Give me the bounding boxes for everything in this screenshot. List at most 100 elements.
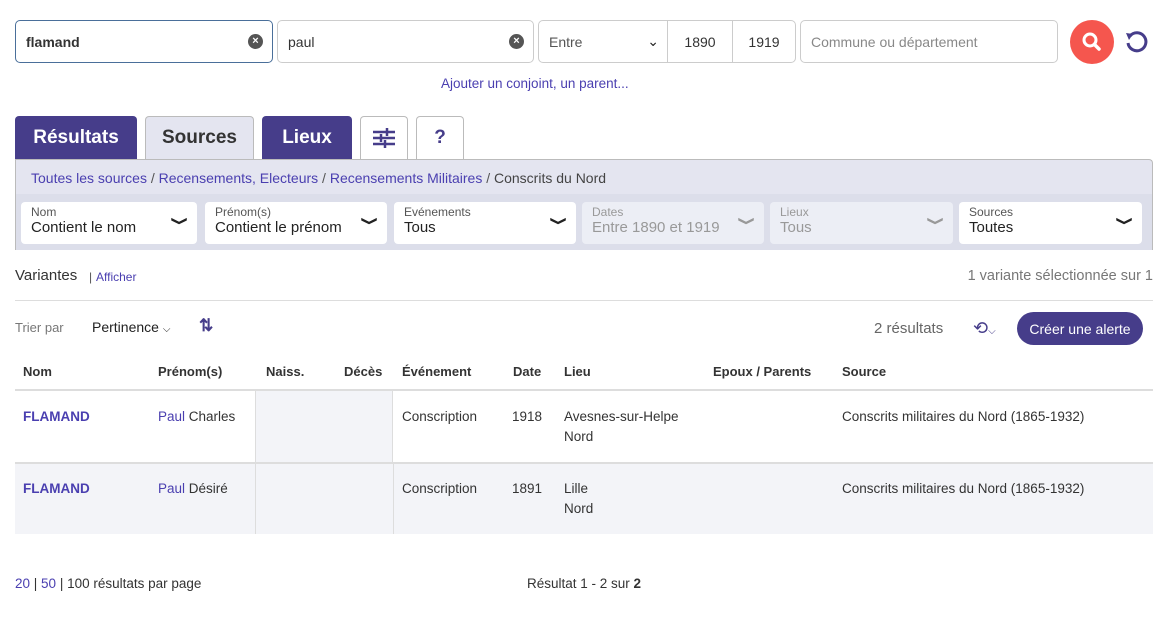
clear-icon[interactable]: × (509, 34, 524, 49)
place-input[interactable]: Commune ou département (800, 20, 1058, 63)
chevron-down-icon: ⌵ (162, 324, 171, 335)
breadcrumb-item[interactable]: Recensements Militaires (330, 170, 483, 186)
chevron-down-icon: ❯ (170, 215, 190, 227)
page-size: 20 | 50 | 100 résultats par page (15, 576, 202, 591)
place-placeholder: Commune ou département (811, 33, 978, 50)
search-icon (1082, 32, 1101, 51)
page-size-50[interactable]: 50 (41, 576, 56, 591)
period-select[interactable]: Entre ⌄ (539, 21, 668, 62)
tab-sources[interactable]: Sources (145, 116, 254, 159)
breadcrumb-item[interactable]: Recensements, Electeurs (159, 170, 319, 186)
event-cell: Conscription (402, 409, 478, 424)
filter-value: Toutes (969, 219, 1014, 236)
filter-label: Sources (969, 205, 1014, 219)
col-header: Nom (23, 364, 52, 379)
add-relative-link[interactable]: Ajouter un conjoint, un parent... (441, 76, 629, 91)
reset-button[interactable] (1124, 30, 1148, 57)
prenom-cell: Paul Désiré (158, 479, 228, 499)
lieu-cell: Lille (564, 481, 589, 496)
prenom-input[interactable]: paul × (277, 20, 534, 63)
summary-total: 2 (633, 576, 642, 591)
history-icon[interactable]: ⟲⌵ (973, 318, 996, 339)
prenom-match: Paul (158, 481, 186, 496)
tab-resultats[interactable]: Résultats (15, 116, 137, 159)
create-alert-button[interactable]: Créer une alerte (1017, 312, 1143, 345)
chevron-down-icon: ❯ (549, 215, 569, 227)
chevron-down-icon: ❯ (1115, 215, 1135, 227)
period-value: Entre (549, 33, 583, 50)
help-button[interactable]: ? (416, 116, 464, 159)
results-count: 2 résultats (874, 320, 944, 337)
sort-select[interactable]: Pertinence ⌵ (92, 319, 170, 335)
tab-lieux[interactable]: Lieux (262, 116, 352, 159)
breadcrumb-item[interactable]: Toutes les sources (31, 170, 147, 186)
sort-value: Pertinence (92, 319, 159, 335)
filter-dates: Dates Entre 1890 et 1919 ❯ (582, 202, 764, 244)
period-group: Entre ⌄ 1890 1919 (538, 20, 796, 63)
filter-label: Lieux (780, 205, 809, 219)
lieu-dept: Nord (564, 501, 594, 516)
chevron-down-icon: ⌄ (647, 33, 659, 49)
sort-label: Trier par (15, 320, 64, 335)
nom-input[interactable]: flamand × (15, 20, 273, 63)
chevron-down-icon: ❯ (926, 215, 946, 227)
variants-toggle[interactable]: Afficher (96, 270, 136, 284)
nom-value: flamand (26, 33, 80, 50)
result-summary: Résultat 1 - 2 sur 2 (527, 576, 641, 591)
search-button[interactable] (1070, 20, 1114, 64)
filter-label: Evénements (404, 205, 471, 219)
prenom-rest: Charles (185, 409, 236, 424)
filter-value: Tous (780, 219, 812, 236)
page-size-20[interactable]: 20 (15, 576, 30, 591)
filter-label: Dates (592, 205, 624, 219)
prenom-match: Paul (158, 409, 186, 424)
sort-direction-icon[interactable]: ⇅ (199, 316, 213, 336)
col-header: Epoux / Parents (713, 364, 812, 379)
prenom-rest: Désiré (185, 481, 228, 496)
filter-label: Prénom(s) (215, 205, 272, 219)
chevron-down-icon: ❯ (737, 215, 757, 227)
lieu-cell: Avesnes-sur-Helpe (564, 409, 679, 424)
clear-icon[interactable]: × (248, 34, 263, 49)
summary-prefix: Résultat 1 - 2 sur (527, 576, 634, 591)
variants-status: 1 variante sélectionnée sur 1 (967, 268, 1153, 284)
nom-link[interactable]: FLAMAND (23, 407, 90, 427)
page-size-100[interactable]: 100 résultats par page (67, 576, 201, 591)
variants-label: Variantes (15, 267, 78, 284)
filter-sources[interactable]: Sources Toutes ❯ (959, 202, 1142, 244)
filter-label: Nom (31, 205, 57, 219)
col-header: Prénom(s) (158, 364, 223, 379)
filter-lieux: Lieux Tous ❯ (770, 202, 953, 244)
prenom-cell: Paul Charles (158, 407, 235, 427)
col-header: Source (842, 364, 887, 379)
chevron-down-icon: ❯ (360, 215, 380, 227)
filter-value: Entre 1890 et 1919 (592, 219, 720, 236)
source-cell: Conscrits militaires du Nord (1865-1932) (842, 409, 1085, 424)
filter-value: Contient le prénom (215, 219, 342, 236)
col-header: Date (513, 364, 542, 379)
filter-evenements[interactable]: Evénements Tous ❯ (394, 202, 576, 244)
date-cell: 1891 (512, 481, 543, 496)
date-cell: 1918 (512, 409, 543, 424)
breadcrumb-current: Conscrits du Nord (494, 170, 607, 186)
source-cell: Conscrits militaires du Nord (1865-1932) (842, 481, 1085, 496)
lieu-dept: Nord (564, 429, 594, 444)
prenom-value: paul (288, 33, 315, 50)
filters-settings-button[interactable] (360, 116, 408, 159)
filter-prenom[interactable]: Prénom(s) Contient le prénom ❯ (205, 202, 387, 244)
year-from-input[interactable]: 1890 (668, 21, 733, 62)
filter-nom[interactable]: Nom Contient le nom ❯ (21, 202, 197, 244)
col-header: Événement (402, 364, 472, 379)
event-cell: Conscription (402, 481, 478, 496)
breadcrumb: Toutes les sources / Recensements, Elect… (31, 170, 607, 186)
filter-value: Contient le nom (31, 219, 137, 236)
col-header: Décès (344, 364, 383, 379)
filter-value: Tous (404, 219, 436, 236)
year-to-input[interactable]: 1919 (733, 21, 795, 62)
reset-icon (1126, 31, 1148, 53)
nom-link[interactable]: FLAMAND (23, 479, 90, 499)
col-header: Naiss. (266, 364, 305, 379)
dates-cell (255, 464, 394, 534)
separator: | (89, 270, 93, 284)
col-header: Lieu (564, 364, 591, 379)
